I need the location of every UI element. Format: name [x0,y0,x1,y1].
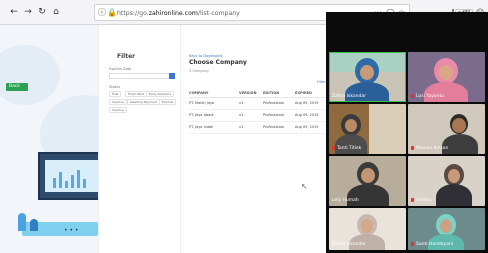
edition-cell: Professional [263,109,295,122]
forward-arrow-icon[interactable]: → [22,6,34,18]
participant-name: Lely Humah [332,198,359,203]
participant-tile[interactable]: Zahra Iskandar [329,208,406,250]
chart-bar-illustration [83,179,86,188]
filter-link[interactable]: Filter [317,80,326,84]
participant-name-text: Andina [416,198,432,203]
participant-name: Santi Handayani [411,242,453,248]
lock-icon[interactable]: 🔒 [107,8,117,18]
url-domain: zahironline.com [148,10,198,17]
participant-name: Lusi Yayantu [411,94,444,100]
participant-tile[interactable]: Lusi Yayantu [408,52,485,102]
chart-bar-illustration [59,172,62,188]
table-row[interactable]: PT. Maleh Jaya v1 Professional Aug 09, 2… [189,97,331,110]
plant-illustration [18,213,26,231]
info-icon[interactable]: ⓘ [98,8,106,18]
muted-mic-icon [411,242,414,246]
version-cell: v1 [239,109,263,122]
status-chip[interactable]: Inactive [109,99,127,105]
participant-name: Tanti Titiek [332,146,361,152]
table-row[interactable]: PT. Jaya Indah v1 Professional Aug 09, 2… [189,121,331,134]
main-panel: Filter Expires Date Status Trial Fresh S… [98,25,331,253]
participant-face [448,169,460,183]
muted-mic-icon [411,146,414,150]
dots-decor-icon: • • • [64,227,79,234]
status-chip[interactable]: Fresh Start [125,91,148,97]
company-name-cell[interactable]: PT. Jaya Abadi [189,109,239,122]
participant-tile[interactable]: Tanti Titiek [329,104,406,154]
chart-bar-illustration [71,175,74,188]
company-count: 3 Company [189,69,209,73]
plant-illustration [30,219,38,231]
participant-tile[interactable]: Zahra Iskandar [329,52,406,102]
decor-blob [0,45,60,105]
muted-mic-icon [411,94,414,98]
chart-bar-illustration [65,181,68,188]
filter-sidebar: Filter Expires Date Status Trial Fresh S… [99,25,181,253]
edition-cell: Professional [263,97,295,110]
muted-mic-icon [411,198,414,202]
muted-mic-icon [332,146,335,150]
status-chip[interactable]: Early Adopters [146,91,174,97]
participant-tile[interactable]: Andina [408,156,485,206]
participant-name-text: Lusi Yayantu [416,94,445,99]
illustration-area: Back • • • [0,25,98,253]
participant-name: Wawan Ikhsan [411,146,448,152]
participant-name: Zahra Iskandar [332,242,367,247]
version-cell: v1 [239,121,263,134]
url-prefix: https://go. [117,10,149,17]
column-header: VERSION [239,89,263,98]
column-header: COMPANY [189,89,239,98]
status-chip[interactable]: Expired [159,99,177,105]
participant-face [440,219,452,233]
page-title: Choose Company [189,59,247,66]
participant-face [361,168,375,183]
status-chip[interactable]: Trial [109,91,122,97]
table-header-row: COMPANY VERSION EDITION EXPIRED [189,89,331,98]
participant-face [361,219,373,233]
participant-name: Zahra Iskandar [332,94,367,99]
reload-icon[interactable]: ↻ [36,6,48,18]
participant-tile[interactable]: Wawan Ikhsan [408,104,485,154]
participant-face [439,65,453,80]
chart-bar-illustration [77,170,80,188]
url-text[interactable]: https://go.zahironline.com/list-company [117,9,240,18]
monitor-screen [45,160,98,192]
back-arrow-icon[interactable]: ← [8,6,20,18]
company-table: COMPANY VERSION EDITION EXPIRED PT. Male… [189,89,331,134]
participant-face [345,119,357,132]
participant-tile[interactable]: Santi Handayani [408,208,485,250]
back-to-dashboard-link[interactable]: Back to Dashboard [189,54,222,58]
url-path: /list-company [197,10,240,17]
status-chip[interactable]: Inactive [109,107,127,113]
mouse-cursor-icon: ↖ [301,182,308,191]
monitor-illustration [38,152,98,200]
version-cell: v1 [239,97,263,110]
back-button[interactable]: Back [6,83,28,91]
filter-title: Filter [117,53,136,60]
chart-bar-illustration [53,178,56,188]
filter-label-expires: Expires Date [109,67,132,71]
status-chip[interactable]: Awaiting Payment [127,99,160,105]
video-call-gallery: Zahra Iskandar Lusi Yayantu Tanti Titiek… [326,12,488,253]
expires-date-input[interactable] [109,73,175,79]
company-list: Back to Dashboard Choose Company 3 Compa… [181,25,331,253]
wall-backdrop [369,104,406,154]
participant-tile[interactable]: Lely Humah [329,156,406,206]
participant-name-text: Santi Handayani [416,242,454,247]
filter-label-status: Status [109,85,121,89]
column-header: EDITION [263,89,295,98]
edition-cell: Professional [263,121,295,134]
table-row[interactable]: PT. Jaya Abadi v1 Professional Aug 09, 2… [189,109,331,122]
company-name-cell[interactable]: PT. Jaya Indah [189,121,239,134]
home-icon[interactable]: ⌂ [50,6,62,18]
participant-face [452,118,466,133]
participant-name: Andina [411,198,432,204]
participant-body [436,184,472,206]
calendar-icon[interactable] [169,73,175,79]
participant-name-text: Wawan Ikhsan [416,146,449,151]
company-name-cell[interactable]: PT. Maleh Jaya [189,97,239,110]
participant-name-text: Tanti Titiek [337,146,362,151]
